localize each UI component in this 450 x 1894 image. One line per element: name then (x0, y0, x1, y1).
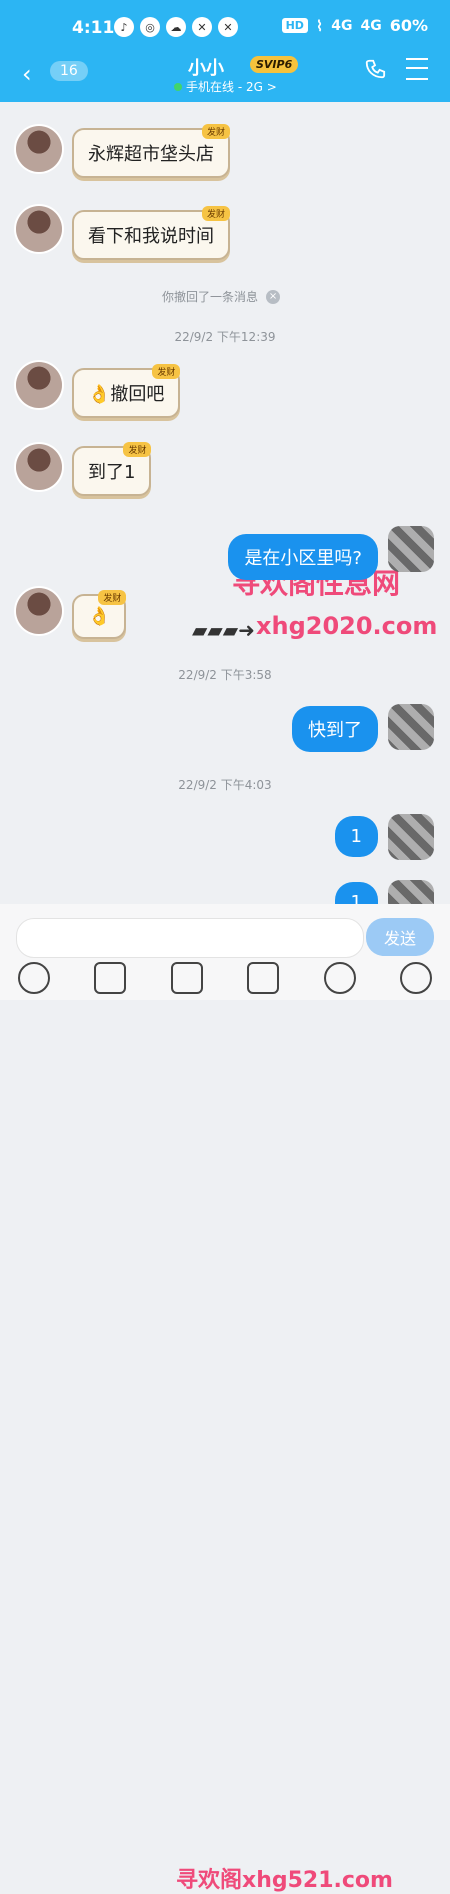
timestamp: 22/9/2 下午12:39 (174, 330, 276, 344)
vip-badge: SVIP6 (250, 56, 299, 73)
message-bubble[interactable]: 看下和我说时间 发财 (72, 206, 230, 260)
watermark-url: xhg2020.com (256, 612, 438, 640)
avatar[interactable] (388, 704, 434, 750)
hd-indicator: HD (281, 18, 308, 33)
bubble-tag: 发财 (201, 124, 230, 139)
bubble-tag: 发财 (98, 590, 127, 605)
bubble-tag: 发财 (201, 206, 230, 221)
chat-header: ‹ 16 小小 SVIP6 手机在线 - 2G > (0, 40, 450, 102)
message-text: 👌 (88, 606, 111, 627)
timestamp: 22/9/2 下午4:03 (178, 778, 272, 792)
chat-area[interactable]: 永辉超市垡头店 发财 看下和我说时间 发财 你撤回了一条消息 × 22/9/2 … (0, 102, 450, 926)
avatar[interactable] (388, 814, 434, 860)
app-orange-icon: ✕ (192, 17, 212, 37)
plus-icon[interactable] (399, 962, 432, 994)
message-text: 👌撤回吧 (88, 384, 165, 405)
avatar[interactable] (16, 444, 62, 490)
contact-name[interactable]: 小小 (188, 54, 224, 80)
bubble-tag: 发财 (152, 364, 181, 379)
camera-icon[interactable] (170, 962, 203, 994)
revoke-notice: 你撤回了一条消息 × (162, 288, 281, 305)
message-bubble[interactable]: 1 (334, 816, 378, 857)
timestamp: 22/9/2 下午3:58 (178, 668, 272, 682)
network-4g-2: 4G (360, 17, 382, 34)
revoke-text: 你撤回了一条消息 (162, 290, 259, 304)
folder-icon[interactable] (247, 962, 280, 994)
battery-percent: 60% (389, 16, 428, 35)
emoji-icon[interactable] (323, 962, 356, 994)
menu-icon[interactable] (406, 58, 428, 80)
online-text: 手机在线 - 2G > (186, 80, 277, 94)
bubble-tag: 发财 (123, 442, 152, 457)
message-bubble[interactable]: 是在小区里吗? (228, 534, 378, 580)
toolbar (0, 962, 450, 1000)
input-bar: 发送 寻欢阁xhg521.com (0, 904, 450, 1893)
message-text: 是在小区里吗? (244, 548, 362, 569)
message-text: 1 (350, 826, 362, 847)
message-text: 快到了 (308, 720, 362, 741)
status-app-icons: ♪ ◎ ☁ ✕ ✕ (114, 17, 238, 37)
message-text: 永辉超市垡头店 (88, 144, 214, 165)
message-bubble[interactable]: 永辉超市垡头店 发财 (72, 124, 230, 178)
app-red-icon: ◎ (140, 17, 160, 37)
send-button[interactable]: 发送 (366, 918, 434, 956)
message-text: 到了1 (88, 462, 136, 483)
phone-icon[interactable] (364, 58, 386, 80)
message-bubble[interactable]: 👌 发财 (72, 590, 127, 639)
message-text: 看下和我说时间 (88, 226, 214, 247)
message-input[interactable] (16, 918, 364, 958)
tiktok-icon: ♪ (114, 17, 134, 37)
unread-count[interactable]: 16 (50, 61, 88, 81)
online-dot-icon (174, 82, 182, 91)
online-status: 手机在线 - 2G > (174, 78, 277, 95)
watermark-bottom: 寻欢阁xhg521.com (176, 1868, 393, 1893)
mic-icon[interactable] (18, 962, 50, 994)
message-bubble[interactable]: 快到了 (292, 706, 378, 752)
watermark-arrow: ▰▰▰➜ (192, 618, 255, 642)
app-green-icon: ☁ (166, 17, 186, 37)
avatar[interactable] (16, 126, 62, 172)
message-bubble[interactable]: 到了1 发财 (72, 442, 152, 496)
avatar[interactable] (16, 206, 62, 252)
close-icon[interactable]: × (266, 289, 281, 304)
image-icon[interactable] (94, 962, 127, 994)
avatar[interactable] (388, 526, 434, 572)
app-orange2-icon: ✕ (218, 17, 238, 37)
back-chevron-icon[interactable]: ‹ (22, 60, 32, 88)
avatar[interactable] (16, 362, 62, 408)
status-right: HD ⌇ 4G 4G 60% (281, 16, 428, 35)
network-4g-1: 4G (331, 17, 353, 34)
avatar[interactable] (16, 588, 62, 634)
wifi-icon: ⌇ (315, 16, 324, 35)
message-bubble[interactable]: 👌撤回吧 发财 (72, 364, 181, 418)
status-time: 4:11 (72, 18, 115, 38)
